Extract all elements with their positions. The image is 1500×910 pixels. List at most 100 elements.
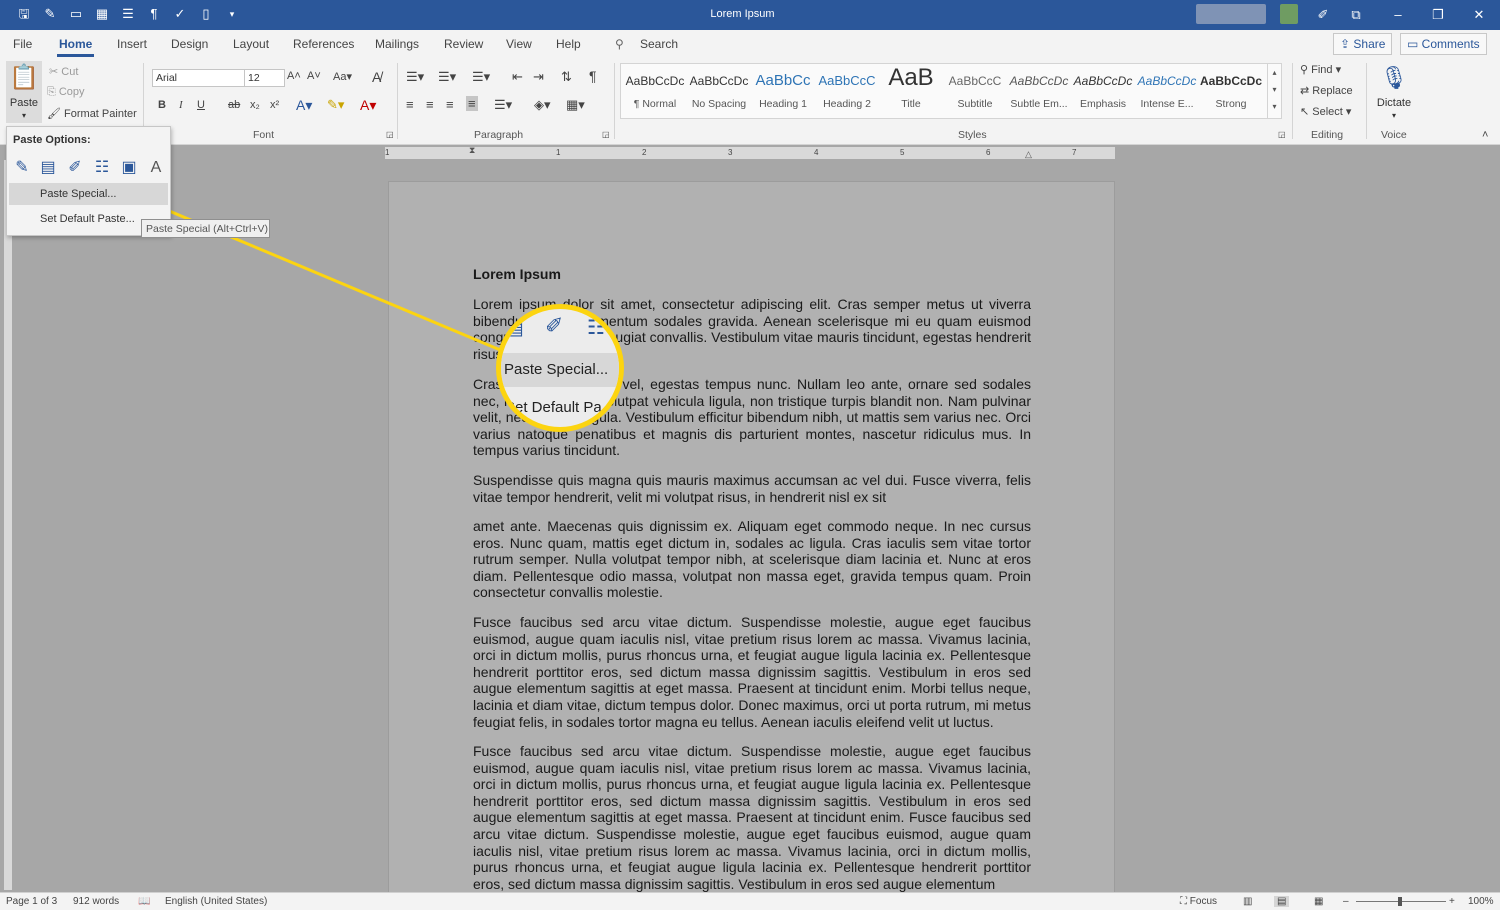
search-box[interactable]: Search [640, 37, 678, 51]
superscript-button[interactable]: x² [270, 99, 279, 111]
font-size-select[interactable]: 12 [244, 69, 285, 87]
word-count[interactable]: 912 words [73, 896, 119, 907]
zoom-level[interactable]: 100% [1468, 896, 1494, 907]
style-subtitle[interactable]: AaBbCcC Subtitle [943, 64, 1007, 118]
ribbon-display-icon[interactable]: ⧉ [1346, 6, 1366, 24]
indent-marker[interactable]: ⧗ [469, 145, 475, 156]
tab-insert[interactable]: Insert [117, 37, 147, 51]
change-case-icon[interactable]: Aa▾ [333, 70, 352, 83]
document-page[interactable]: Lorem Ipsum Lorem ipsum dolor sit amet, … [388, 181, 1115, 909]
paste-special-menu-item[interactable]: Paste Special... [9, 183, 168, 205]
italic-button[interactable]: I [179, 99, 183, 111]
tab-file[interactable]: File [13, 37, 32, 51]
merge-formatting-icon[interactable]: ▤ [38, 157, 58, 179]
keep-source-formatting-icon[interactable]: ✎ [12, 157, 32, 179]
style-heading-1[interactable]: AaBbCc Heading 1 [751, 64, 815, 118]
web-layout-icon[interactable]: ▦ [1314, 896, 1323, 907]
read-mode-icon[interactable]: ▥ [1243, 896, 1252, 907]
clear-formatting-icon[interactable]: A̸ [372, 69, 381, 85]
style-subtle-emphasis[interactable]: AaBbCcDc Subtle Em... [1007, 64, 1071, 118]
merge-list-icon: ☷ [587, 317, 605, 339]
text-effects-icon[interactable]: A▾ [296, 97, 312, 114]
tab-design[interactable]: Design [171, 37, 208, 51]
dialog-launcher-icon[interactable]: ◲ [1278, 130, 1286, 139]
tab-mailings[interactable]: Mailings [375, 37, 419, 51]
focus-button[interactable]: ⛶ Focus [1180, 896, 1217, 907]
tab-home[interactable]: Home [59, 37, 92, 51]
zoom-slider-thumb[interactable] [1398, 897, 1402, 906]
style-title[interactable]: AaB Title [879, 64, 943, 118]
collapse-ribbon-icon[interactable]: ˄ [1482, 129, 1488, 141]
decrease-indent-icon[interactable]: ⇤ [512, 69, 523, 85]
active-tab-indicator [57, 54, 94, 57]
tab-review[interactable]: Review [444, 37, 483, 51]
highlight-icon[interactable]: ✎▾ [327, 97, 344, 113]
align-center-icon[interactable]: ≡ [426, 97, 434, 112]
tab-help[interactable]: Help [556, 37, 581, 51]
bullets-icon[interactable]: ☰▾ [406, 69, 424, 85]
picture-icon[interactable]: ▣ [119, 157, 139, 179]
replace-button[interactable]: ⇄ Replace [1300, 84, 1353, 97]
keep-text-only-icon[interactable]: A [146, 157, 166, 179]
borders-icon[interactable]: ▦▾ [566, 97, 585, 113]
page-count[interactable]: Page 1 of 3 [6, 896, 57, 907]
grow-font-icon[interactable]: A˄ [287, 70, 301, 82]
tab-references[interactable]: References [293, 37, 354, 51]
minimize-icon[interactable]: – [1388, 6, 1408, 24]
style-emphasis[interactable]: AaBbCcDc Emphasis [1071, 64, 1135, 118]
style-heading-2[interactable]: AaBbCcC Heading 2 [815, 64, 879, 118]
select-button[interactable]: ↖ Select ▾ [1300, 105, 1351, 118]
line-spacing-icon[interactable]: ☰▾ [494, 97, 512, 113]
subscript-button[interactable]: x₂ [250, 99, 260, 111]
find-button[interactable]: ⚲ Find ▾ [1300, 63, 1341, 76]
print-layout-icon[interactable]: ▤ [1274, 896, 1290, 907]
align-left-icon[interactable]: ≡ [406, 97, 414, 112]
pen-icon[interactable]: ✐ [1313, 6, 1333, 24]
style-intense-emphasis[interactable]: AaBbCcDc Intense E... [1135, 64, 1199, 118]
comments-button[interactable]: ▭ Comments [1400, 33, 1487, 55]
font-color-icon[interactable]: A▾ [360, 97, 376, 114]
dialog-launcher-icon[interactable]: ◲ [602, 130, 610, 139]
style-normal[interactable]: AaBbCcDc ¶ Normal [623, 64, 687, 118]
account-name[interactable] [1196, 4, 1266, 24]
share-button[interactable]: ⇪ Share [1333, 33, 1393, 55]
justify-icon[interactable]: ≡ [466, 96, 478, 111]
underline-button[interactable]: U [197, 99, 205, 111]
format-painter-button[interactable]: 🖌 Format Painter [47, 107, 137, 120]
tab-layout[interactable]: Layout [233, 37, 269, 51]
horizontal-ruler[interactable]: 1 1 2 3 4 5 6 7 ⧗ △ [385, 145, 1115, 160]
paste-button[interactable]: 📋 Paste ▾ [6, 61, 42, 123]
align-right-icon[interactable]: ≡ [446, 97, 454, 112]
paragraph: amet ante. Maecenas quis dignissim ex. A… [473, 518, 1031, 601]
dictate-button[interactable]: 🎙 Dictate ▾ [1374, 61, 1414, 121]
vertical-ruler[interactable] [4, 160, 12, 890]
style-no-spacing[interactable]: AaBbCcDc No Spacing [687, 64, 751, 118]
copy-button[interactable]: ⎘ Copy [47, 86, 85, 99]
cut-button[interactable]: ✂ Cut [49, 65, 78, 78]
multilevel-list-icon[interactable]: ☰▾ [472, 69, 490, 85]
style-strong[interactable]: AaBbCcDc Strong [1199, 64, 1263, 118]
strikethrough-button[interactable]: ab [228, 99, 240, 111]
avatar[interactable] [1280, 4, 1298, 24]
show-marks-icon[interactable]: ¶ [589, 68, 597, 84]
shading-icon[interactable]: ◈▾ [534, 97, 551, 113]
styles-scroll[interactable]: ▴ ▾ ▾ [1267, 64, 1281, 118]
zoom-out-icon[interactable]: – [1343, 896, 1349, 907]
paste-special-tooltip: Paste Special (Alt+Ctrl+V) [141, 219, 270, 238]
sort-icon[interactable]: ⇅ [561, 69, 572, 85]
use-destination-styles-icon[interactable]: ✐ [65, 157, 85, 179]
zoom-in-icon[interactable]: + [1449, 896, 1455, 907]
increase-indent-icon[interactable]: ⇥ [533, 69, 544, 85]
right-indent-marker[interactable]: △ [1025, 149, 1032, 160]
bold-button[interactable]: B [158, 99, 166, 111]
shrink-font-icon[interactable]: A˅ [307, 70, 321, 82]
font-family-select[interactable]: Arial [152, 69, 245, 87]
proofing-icon[interactable]: 📖 [138, 896, 150, 907]
tab-view[interactable]: View [506, 37, 532, 51]
numbering-icon[interactable]: ☰▾ [438, 69, 456, 85]
language[interactable]: English (United States) [165, 896, 267, 907]
dialog-launcher-icon[interactable]: ◲ [386, 130, 394, 139]
close-icon[interactable]: ✕ [1469, 6, 1489, 24]
merge-list-icon[interactable]: ☷ [92, 157, 112, 179]
restore-icon[interactable]: ❐ [1428, 6, 1448, 24]
